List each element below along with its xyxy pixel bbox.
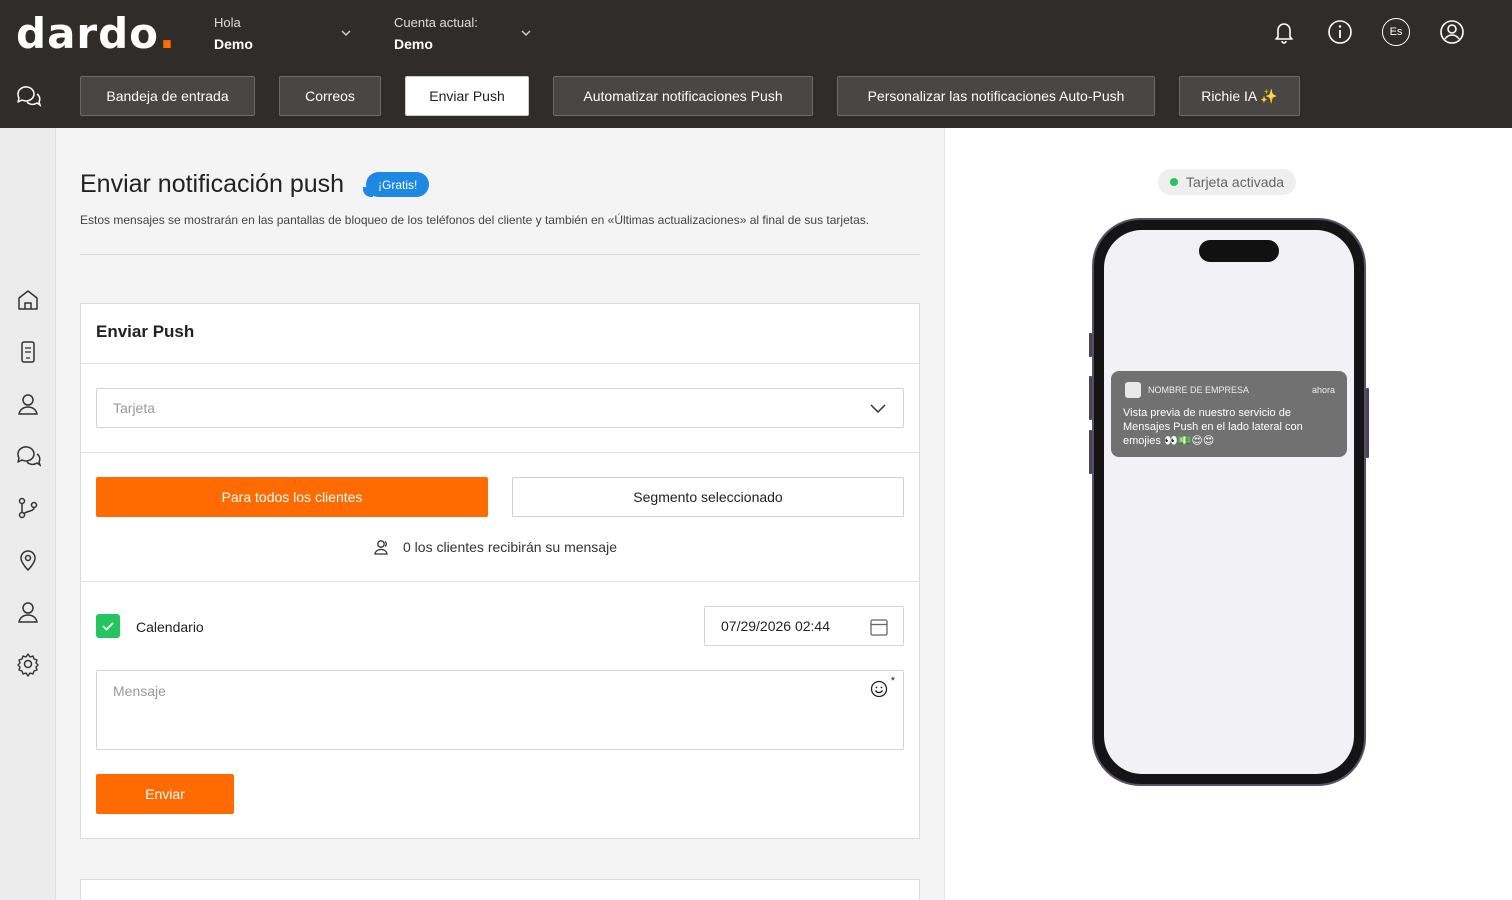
divider [81,363,919,364]
tab-emails[interactable]: Correos [279,76,381,116]
main-content: Enviar notificación push ¡Gratis! Estos … [56,128,944,900]
account-label: Cuenta actual: [394,15,478,30]
emoji-icon[interactable] [869,679,889,699]
side-nav [0,128,56,900]
phone-button [1366,388,1369,458]
account-selector[interactable]: Cuenta actual: Demo [394,15,478,52]
send-button[interactable]: Enviar [96,774,234,814]
message-placeholder: Mensaje [113,683,166,699]
free-badge: ¡Gratis! [362,172,430,197]
logo[interactable]: dardo. [16,12,176,56]
required-mark: * [890,675,895,687]
chat-icon[interactable] [14,82,42,110]
recipients-info: 0 los clientes recibirán su mensaje [373,538,617,556]
tab-bar: Bandeja de entrada Correos Enviar Push A… [0,66,1512,128]
preview-panel: Tarjeta activada NOMBRE DE EMPRESA ahora… [944,128,1512,900]
tab-customize-auto-push[interactable]: Personalizar las notificaciones Auto-Pus… [837,76,1155,116]
chevron-down-icon [870,404,886,414]
phone-card-icon[interactable] [15,339,41,365]
push-notification-preview: NOMBRE DE EMPRESA ahora Vista previa de … [1111,371,1347,457]
messages-icon[interactable] [15,443,41,469]
chevron-down-icon[interactable] [519,26,533,40]
card-select-placeholder: Tarjeta [113,400,156,416]
language-selector[interactable]: Es [1382,18,1410,46]
tab-richie-ia[interactable]: Richie IA ✨ [1179,76,1300,116]
user-account-icon[interactable] [1438,18,1466,46]
divider [81,452,919,453]
message-textarea[interactable]: Mensaje * [96,670,904,750]
check-icon [102,622,114,631]
tab-automate-push[interactable]: Automatizar notificaciones Push [553,76,813,116]
selected-segment-button[interactable]: Segmento seleccionado [512,477,904,517]
bell-icon[interactable] [1270,18,1298,46]
date-time-input[interactable]: 07/29/2026 02:44 [704,606,904,646]
users-icon [374,540,388,555]
calendar-label: Calendario [136,619,204,635]
user-greeting[interactable]: Hola Demo [214,15,253,52]
all-clients-button[interactable]: Para todos los clientes [96,477,488,517]
chevron-down-icon[interactable] [339,26,353,40]
info-icon[interactable] [1326,18,1354,46]
notification-text: Vista previa de nuestro servicio de Mens… [1123,407,1303,447]
calendar-checkbox[interactable] [96,614,120,638]
tab-inbox[interactable]: Bandeja de entrada [80,76,255,116]
home-icon[interactable] [15,287,41,313]
card-title: Enviar Push [96,322,195,341]
card-select[interactable]: Tarjeta [96,388,904,428]
notification-time: ahora [1311,385,1335,395]
top-header: dardo. Hola Demo Cuenta actual: Demo Es [0,0,1512,66]
divider [80,254,920,255]
secondary-card [80,879,920,900]
profile-icon[interactable] [15,599,41,625]
calendar-icon[interactable] [869,617,889,637]
app-icon [1125,382,1141,398]
dynamic-island [1199,240,1279,262]
page-title: Enviar notificación push [80,170,345,198]
gear-icon[interactable] [15,651,41,677]
customers-icon[interactable] [15,391,41,417]
divider [81,581,919,582]
phone-screen [1104,230,1354,774]
phone-mockup [1092,218,1366,786]
page-subtitle: Estos mensajes se mostrarán en las panta… [80,213,870,227]
status-badge: Tarjeta activada [1158,169,1297,195]
notification-app-name: NOMBRE DE EMPRESA [1148,385,1250,395]
greeting-name: Demo [214,36,253,52]
location-pin-icon[interactable] [15,547,41,573]
date-value: 07/29/2026 02:44 [721,618,830,634]
recipients-text: 0 los clientes recibirán su mensaje [403,539,617,555]
workflow-icon[interactable] [15,495,41,521]
tab-send-push[interactable]: Enviar Push [405,76,529,116]
send-push-card: Enviar Push Tarjeta Para todos los clien… [80,303,920,839]
account-name: Demo [394,36,433,52]
greeting-label: Hola [214,15,241,30]
